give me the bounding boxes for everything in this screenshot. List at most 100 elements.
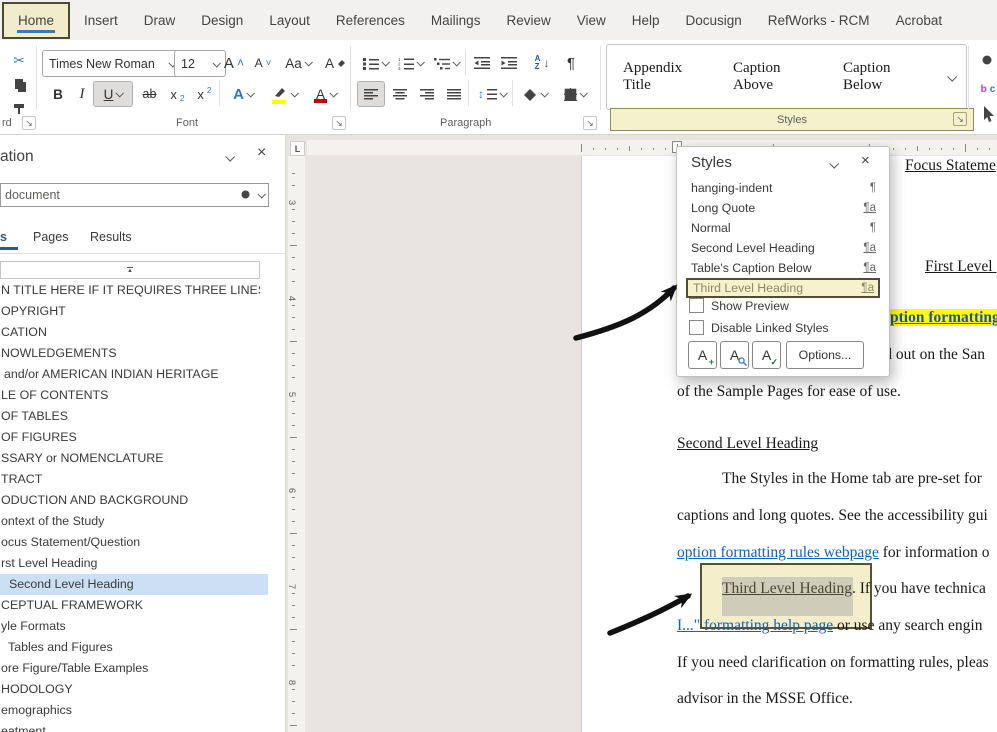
vertical-ruler[interactable] <box>288 156 305 732</box>
align-left-button[interactable] <box>357 81 385 107</box>
show-preview-checkbox[interactable]: Show Preview <box>689 298 789 313</box>
tab-refworks-rcm[interactable]: RefWorks - RCM <box>755 0 883 40</box>
bullets-button[interactable] <box>358 50 393 76</box>
checkbox[interactable] <box>689 320 704 335</box>
subscript-button[interactable]: x2 <box>164 81 191 107</box>
nav-heading-ontext-of-the-study[interactable]: ontext of the Study <box>0 511 260 532</box>
nav-heading-tract[interactable]: TRACT <box>0 469 260 490</box>
nav-heading-rst-level-heading[interactable]: rst Level Heading <box>0 553 260 574</box>
text-highlight-button[interactable] <box>263 81 305 107</box>
doc-line-9[interactable]: option formatting rules webpage for info… <box>677 544 990 562</box>
decrease-indent-button[interactable] <box>468 50 496 76</box>
chevron-down-icon[interactable] <box>829 159 839 169</box>
italic-button[interactable]: I <box>71 81 93 107</box>
nav-heading-ceptual-framework[interactable]: CEPTUAL FRAMEWORK <box>0 595 260 616</box>
doc-line-12[interactable]: If you need clarification on formatting … <box>677 654 989 672</box>
nav-heading-ocus-statement-question[interactable]: ocus Statement/Question <box>0 532 260 553</box>
tab-review[interactable]: Review <box>493 0 563 40</box>
show-marks-button[interactable]: ¶ <box>558 50 584 76</box>
style-table-s-caption-below[interactable]: Table's Caption Below¶a <box>686 258 880 278</box>
tab-home[interactable]: Home <box>2 2 70 39</box>
shrink-font-button[interactable]: A˅ <box>249 50 277 76</box>
close-icon[interactable]: × <box>861 152 870 169</box>
doc-line-10[interactable]: Third Level Heading. If you have technic… <box>722 580 986 598</box>
tab-docusign[interactable]: Docusign <box>673 0 755 40</box>
superscript-button[interactable]: x2 <box>191 81 218 107</box>
tab-help[interactable]: Help <box>619 0 673 40</box>
nav-heading-n-title-here-if-it-requires-three-lines-[interactable]: N TITLE HERE IF IT REQUIRES THREE LINES.… <box>0 280 260 301</box>
gallery-style-appendix-title[interactable]: Appendix Title <box>623 60 703 94</box>
numbering-button[interactable]: 1 2 3 <box>393 50 428 76</box>
hyperlink[interactable]: I..." formatting help page <box>677 617 833 634</box>
style-inspector-button[interactable]: A <box>720 341 749 369</box>
search-input[interactable]: document <box>0 183 269 207</box>
align-center-button[interactable] <box>386 81 414 107</box>
gallery-style-caption-below[interactable]: Caption Below <box>843 60 923 94</box>
nav-heading-of-figures[interactable]: OF FIGURES <box>0 427 260 448</box>
borders-button[interactable] <box>554 81 596 107</box>
strikethrough-button[interactable]: ab <box>135 81 164 107</box>
gallery-style-caption-above[interactable]: Caption Above <box>733 60 813 94</box>
nav-heading-oduction-and-background[interactable]: ODUCTION AND BACKGROUND <box>0 490 260 511</box>
doc-line-13[interactable]: advisor in the MSSE Office. <box>677 690 853 708</box>
tab-insert[interactable]: Insert <box>71 0 131 40</box>
grow-font-button[interactable]: A˄ <box>219 50 249 76</box>
hyperlink[interactable]: option formatting rules webpage <box>677 544 879 561</box>
nav-heading-tables-and-figures[interactable]: Tables and Figures <box>0 637 267 658</box>
manage-styles-button[interactable]: A ✓ <box>752 341 781 369</box>
underline-button[interactable]: U <box>93 81 133 107</box>
nav-tab-s[interactable]: s <box>0 230 7 244</box>
bold-button[interactable]: B <box>46 81 70 107</box>
style-hanging-indent[interactable]: hanging-indent¶ <box>686 178 880 198</box>
nav-heading-of-tables[interactable]: OF TABLES <box>0 406 260 427</box>
style-second-level-heading[interactable]: Second Level Heading¶a <box>686 238 880 258</box>
line-spacing-button[interactable]: ↕ <box>472 81 512 107</box>
select-button[interactable] <box>977 100 997 126</box>
doc-line-1[interactable]: Focus Stateme <box>905 157 996 175</box>
tab-draw[interactable]: Draw <box>131 0 189 40</box>
nav-heading-eatment[interactable]: eatment <box>0 721 260 732</box>
cut-button[interactable]: ✂ <box>6 48 32 74</box>
options-button[interactable]: Options... <box>786 341 864 369</box>
clear-formatting-button[interactable]: A <box>320 50 350 76</box>
nav-heading-emographics[interactable]: emographics <box>0 700 260 721</box>
chevron-down-icon[interactable] <box>225 152 235 162</box>
font-color-button[interactable]: A <box>306 81 344 107</box>
doc-line-6[interactable]: Second Level Heading <box>677 435 818 453</box>
nav-heading-and-or-american-indian-heritage[interactable]: and/or AMERICAN INDIAN HERITAGE <box>0 364 263 385</box>
justify-button[interactable] <box>440 81 468 107</box>
shading-button[interactable] <box>515 81 555 107</box>
nav-heading-ssary-or-nomenclature[interactable]: SSARY or NOMENCLATURE <box>0 448 260 469</box>
style-long-quote[interactable]: Long Quote¶a <box>686 198 880 218</box>
copy-button[interactable] <box>8 72 32 98</box>
nav-heading-yle-formats[interactable]: yle Formats <box>0 616 260 637</box>
style-normal[interactable]: Normal¶ <box>686 218 880 238</box>
close-icon[interactable]: × <box>257 144 266 162</box>
nav-heading-second-level-heading[interactable]: Second Level Heading <box>0 574 268 595</box>
tab-layout[interactable]: Layout <box>256 0 323 40</box>
sort-button[interactable]: AZ ↓ <box>526 50 558 76</box>
tab-mailings[interactable]: Mailings <box>418 0 494 40</box>
increase-indent-button[interactable] <box>495 50 523 76</box>
replace-button[interactable]: b c <box>976 76 997 102</box>
tab-design[interactable]: Design <box>188 0 256 40</box>
doc-line-3[interactable]: ption formatting <box>890 309 997 327</box>
collapse-all-bar[interactable]: ▲ <box>0 261 260 279</box>
nav-tab-pages[interactable]: Pages <box>33 230 68 244</box>
doc-line-7[interactable]: The Styles in the Home tab are pre-set f… <box>722 470 982 488</box>
multilevel-list-button[interactable] <box>428 50 465 76</box>
doc-line-2[interactable]: First Level <box>925 258 996 276</box>
chevron-down-icon[interactable] <box>257 190 265 198</box>
styles-gallery-more-button[interactable] <box>936 44 967 110</box>
nav-heading-hodology[interactable]: HODOLOGY <box>0 679 260 700</box>
doc-line-4[interactable]: id out on the San <box>880 346 985 364</box>
doc-line-11[interactable]: I..." formatting help page or use any se… <box>677 617 982 635</box>
paragraph-dialog-launcher[interactable]: ↘ <box>583 116 597 130</box>
disable-linked-styles-checkbox[interactable]: Disable Linked Styles <box>689 320 829 335</box>
find-button[interactable] <box>976 48 997 74</box>
change-case-button[interactable]: Aa <box>279 50 317 76</box>
align-right-button[interactable] <box>413 81 441 107</box>
nav-heading-opyright[interactable]: OPYRIGHT <box>0 301 260 322</box>
nav-heading-ore-figure-table-examples[interactable]: ore Figure/Table Examples <box>0 658 260 679</box>
doc-line-5[interactable]: of the Sample Pages for ease of use. <box>677 383 901 401</box>
